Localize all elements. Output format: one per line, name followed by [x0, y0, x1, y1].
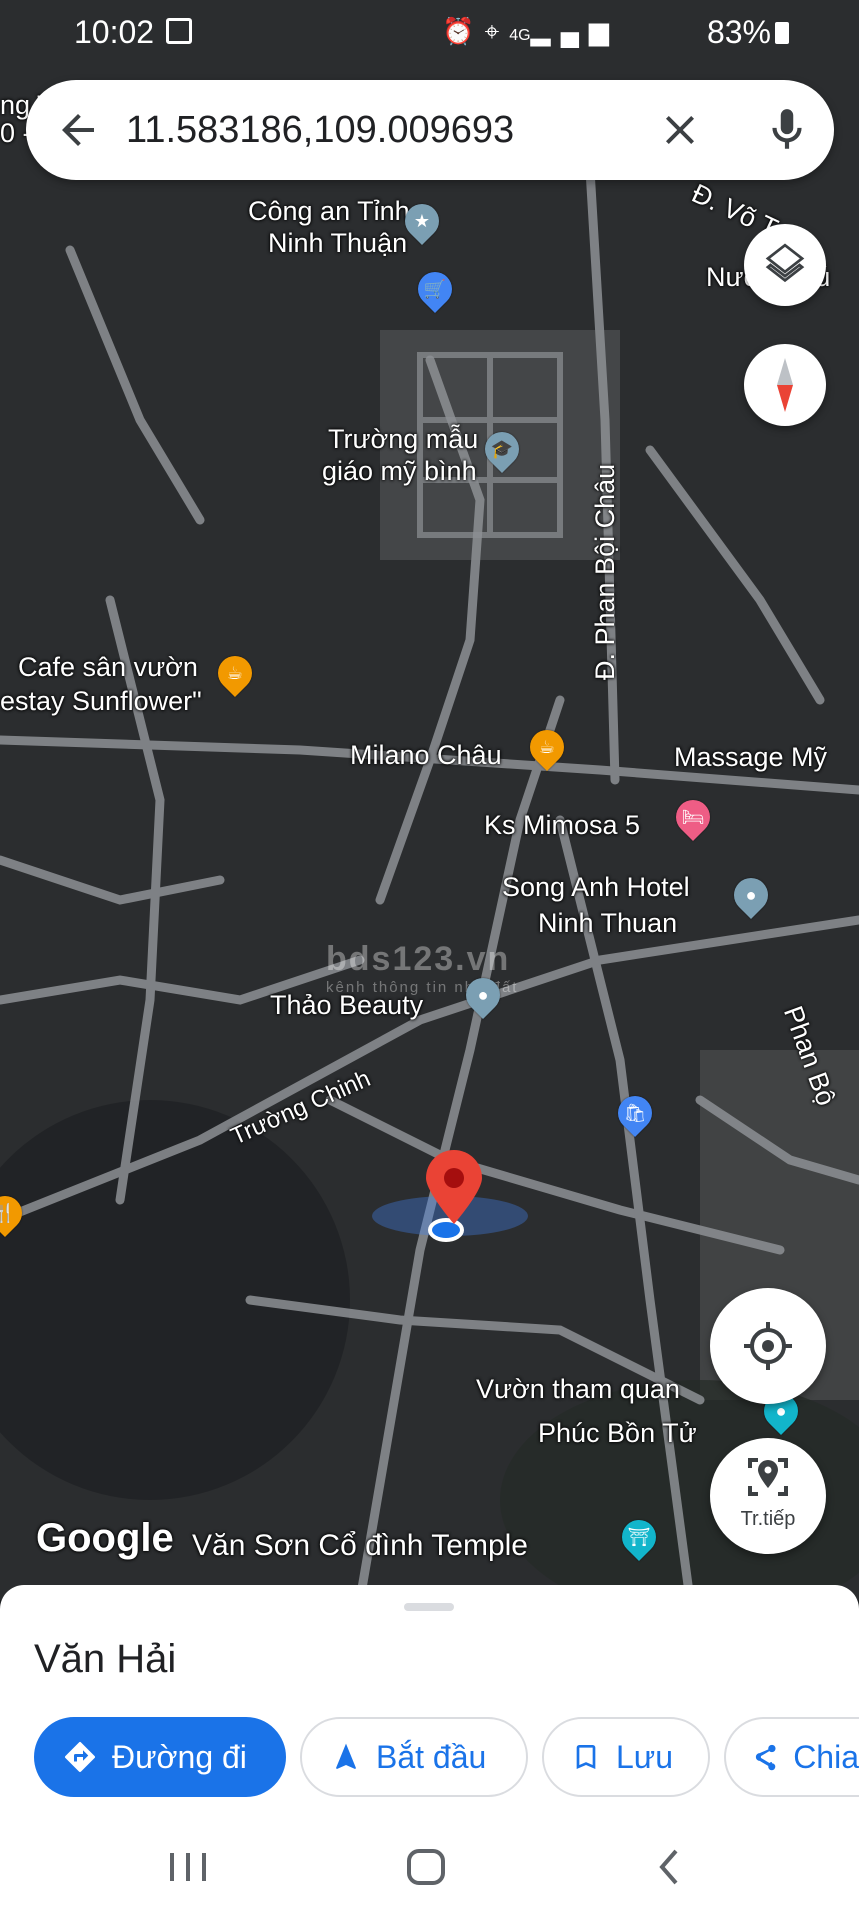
beauty-poi-icon[interactable]: ●: [458, 970, 508, 1020]
map-label-song-anh-line1: Song Anh Hotel: [502, 872, 690, 902]
screenshot-notification-icon: [166, 18, 192, 44]
map-label-cong-an-line2: Ninh Thuận: [268, 228, 408, 258]
map-label-phan-boi-chau: Đ. Phan Bội Châu: [590, 463, 620, 680]
network-icon: 4G: [509, 27, 531, 44]
map-label-temple: Văn Sơn Cổ đình Temple: [192, 1529, 528, 1562]
home-icon[interactable]: [402, 1845, 452, 1889]
start-label: Bắt đầu: [376, 1738, 487, 1775]
map-label-truong-mau-line1: Trường mẫu: [328, 424, 479, 454]
share-label: Chia: [793, 1738, 859, 1775]
layers-button[interactable]: [744, 224, 826, 306]
temple-poi-icon[interactable]: ⛩: [614, 1512, 664, 1562]
save-label: Lưu: [616, 1738, 674, 1775]
live-view-icon: [748, 1458, 788, 1496]
place-bottom-sheet[interactable]: Văn Hải Đường đi Bắt đầu Lưu Chia: [0, 1585, 859, 1825]
battery-icon: [775, 22, 789, 44]
map-label-cong-an-line1: Công an Tỉnh: [248, 196, 410, 226]
back-nav-icon[interactable]: [648, 1845, 688, 1889]
layers-icon: [765, 243, 805, 283]
map-label-vuon-line2: Phúc Bồn Tử: [538, 1418, 697, 1448]
status-icons: ⏰⌖4G▂▄▆: [442, 16, 619, 48]
my-location-icon: [744, 1322, 792, 1370]
map-label-mimosa: Ks Mimosa 5: [484, 810, 641, 840]
google-logo: Google: [36, 1516, 174, 1560]
cafe-poi-icon[interactable]: ☕: [210, 648, 260, 698]
navigation-icon: [336, 1743, 356, 1769]
close-icon[interactable]: [656, 106, 704, 154]
map-label-truong-mau-line2: giáo mỹ bình: [322, 456, 477, 486]
map-label-thao-beauty: Thảo Beauty: [270, 990, 424, 1020]
back-arrow-icon[interactable]: [54, 106, 102, 154]
map-label-vuon-line1: Vườn tham quan: [476, 1374, 680, 1404]
share-icon: [755, 1744, 776, 1771]
map-label-cafe-line2: estay Sunflower": [0, 686, 202, 716]
shop-poi-icon[interactable]: 🛍: [610, 1088, 660, 1138]
battery-percent: 83%: [706, 14, 771, 50]
signal-icon: ▂▄▆: [530, 16, 619, 46]
search-input[interactable]: [126, 80, 626, 180]
cafe-poi-icon-2[interactable]: ☕: [522, 722, 572, 772]
live-view-label: Tr.tiếp: [740, 1508, 796, 1530]
share-button[interactable]: Chia: [724, 1717, 859, 1797]
compass-button[interactable]: [744, 344, 826, 426]
place-name: Văn Hải: [34, 1637, 177, 1681]
selected-location-pin-icon[interactable]: [370, 1150, 530, 1280]
directions-label: Đường đi: [112, 1738, 247, 1775]
alarm-icon: ⏰: [442, 16, 485, 46]
my-location-button[interactable]: [710, 1288, 826, 1404]
school-poi-icon[interactable]: 🎓: [477, 424, 527, 474]
place-poi-icon[interactable]: ●: [726, 870, 776, 920]
map-label-milano: Milano Châu: [350, 740, 502, 770]
hotel-poi-icon[interactable]: 🛏: [668, 792, 718, 842]
directions-button[interactable]: Đường đi: [34, 1717, 286, 1797]
status-bar: 10:02 ⏰⌖4G▂▄▆ 83%: [0, 0, 859, 62]
bookmark-icon: [576, 1745, 596, 1769]
shopping-cart-poi-icon[interactable]: 🛒: [410, 264, 460, 314]
police-poi-icon[interactable]: ★: [397, 196, 447, 246]
start-button[interactable]: Bắt đầu: [300, 1717, 528, 1797]
drag-handle[interactable]: [404, 1603, 454, 1611]
system-navigation-bar: [0, 1825, 859, 1908]
watermark-title: bds123.vn: [326, 940, 511, 978]
directions-icon: [65, 1742, 95, 1772]
map-label-cafe-line1: Cafe sân vườn: [18, 652, 198, 682]
location-icon: ⌖: [484, 16, 510, 46]
status-time: 10:02: [74, 14, 155, 50]
compass-icon: [777, 358, 793, 412]
recent-apps-icon[interactable]: [158, 1847, 218, 1887]
map-label-song-anh-line2: Ninh Thuan: [538, 908, 678, 938]
search-bar[interactable]: [26, 80, 834, 180]
mic-icon[interactable]: [762, 104, 812, 156]
live-view-button[interactable]: Tr.tiếp: [710, 1438, 826, 1554]
save-button[interactable]: Lưu: [542, 1717, 710, 1797]
map-label-massage: Massage Mỹ: [674, 742, 828, 772]
